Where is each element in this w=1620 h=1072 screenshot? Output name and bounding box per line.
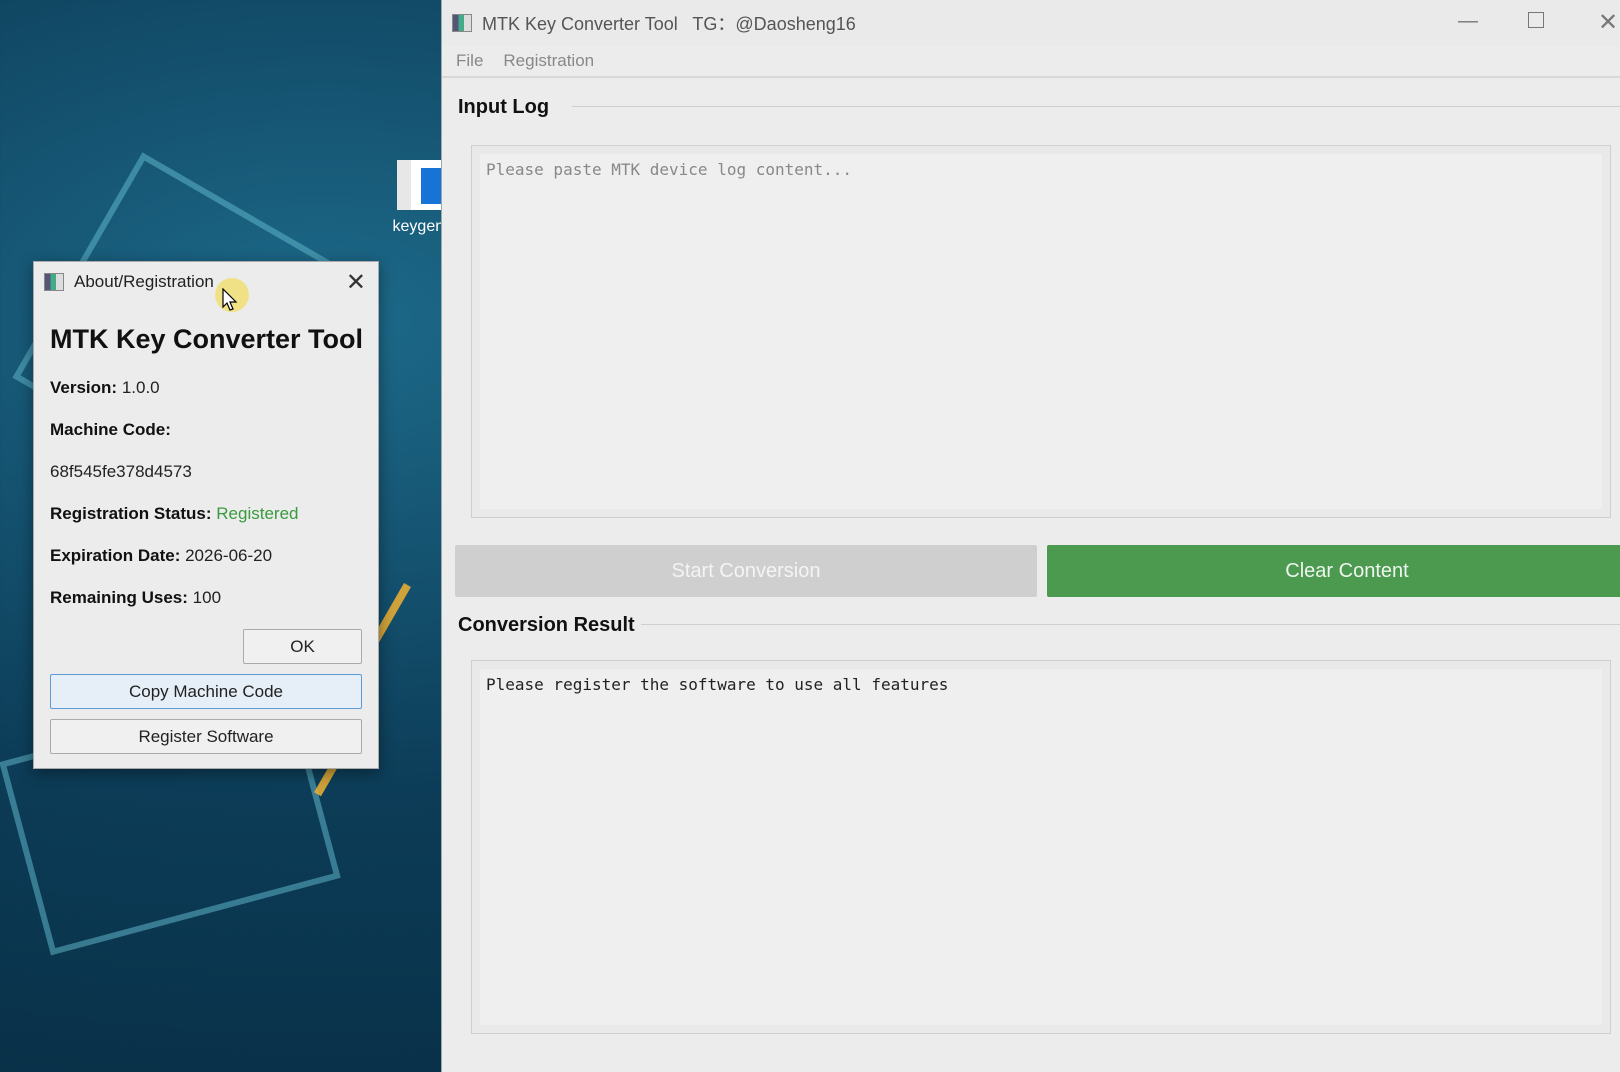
- minimize-icon[interactable]: —: [1458, 10, 1478, 33]
- ok-button[interactable]: OK: [243, 629, 362, 664]
- dialog-heading: MTK Key Converter Tool: [50, 324, 364, 354]
- uses-label: Remaining Uses:: [50, 588, 188, 607]
- file-icon: [397, 160, 445, 210]
- menu-file[interactable]: File: [456, 51, 483, 71]
- status-row: Registration Status: Registered: [50, 504, 298, 524]
- menu-bar: File Registration: [442, 46, 1620, 78]
- clear-content-button[interactable]: Clear Content: [1047, 545, 1620, 597]
- uses-value: 100: [192, 588, 222, 607]
- main-window: MTK Key Converter Tool TG：@Daosheng16 — …: [441, 0, 1620, 1072]
- expiration-label: Expiration Date:: [50, 546, 181, 565]
- version-row: Version: 1.0.0: [50, 378, 160, 398]
- conversion-result-heading: Conversion Result: [458, 614, 641, 637]
- close-icon[interactable]: ✕: [1598, 8, 1618, 37]
- divider: [572, 106, 1620, 107]
- start-conversion-button[interactable]: Start Conversion: [455, 545, 1037, 597]
- machine-code-value: 68f545fe378d4573: [50, 462, 192, 481]
- divider: [622, 624, 1620, 625]
- input-log-heading: Input Log: [458, 96, 556, 119]
- close-icon[interactable]: ✕: [346, 268, 366, 297]
- uses-row: Remaining Uses: 100: [50, 588, 221, 608]
- machine-code-label-row: Machine Code:: [50, 420, 171, 440]
- window-title: MTK Key Converter Tool TG：@Daosheng16: [482, 14, 856, 34]
- conversion-result-textarea[interactable]: Please register the software to use all …: [471, 660, 1611, 1034]
- menu-registration[interactable]: Registration: [503, 51, 594, 71]
- input-log-textarea[interactable]: Please paste MTK device log content...: [471, 145, 1611, 518]
- register-software-button[interactable]: Register Software: [50, 719, 362, 754]
- app-icon: [452, 14, 472, 32]
- status-badge: Registered: [216, 504, 299, 523]
- status-label: Registration Status:: [50, 504, 212, 523]
- title-bar: MTK Key Converter Tool TG：@Daosheng16 — …: [442, 0, 1620, 46]
- copy-machine-code-button[interactable]: Copy Machine Code: [50, 674, 362, 709]
- app-icon: [44, 273, 64, 291]
- dialog-title: About/Registration: [74, 272, 214, 291]
- expiration-row: Expiration Date: 2026-06-20: [50, 546, 272, 566]
- expiration-value: 2026-06-20: [185, 546, 273, 565]
- dialog-title-bar: About/Registration: [34, 262, 378, 302]
- maximize-icon[interactable]: [1528, 12, 1544, 28]
- machine-code-label: Machine Code:: [50, 420, 171, 439]
- mouse-cursor-icon: [222, 288, 238, 311]
- about-registration-dialog: About/Registration ✕ MTK Key Converter T…: [33, 261, 379, 769]
- version-value: 1.0.0: [121, 378, 160, 397]
- version-label: Version:: [50, 378, 118, 397]
